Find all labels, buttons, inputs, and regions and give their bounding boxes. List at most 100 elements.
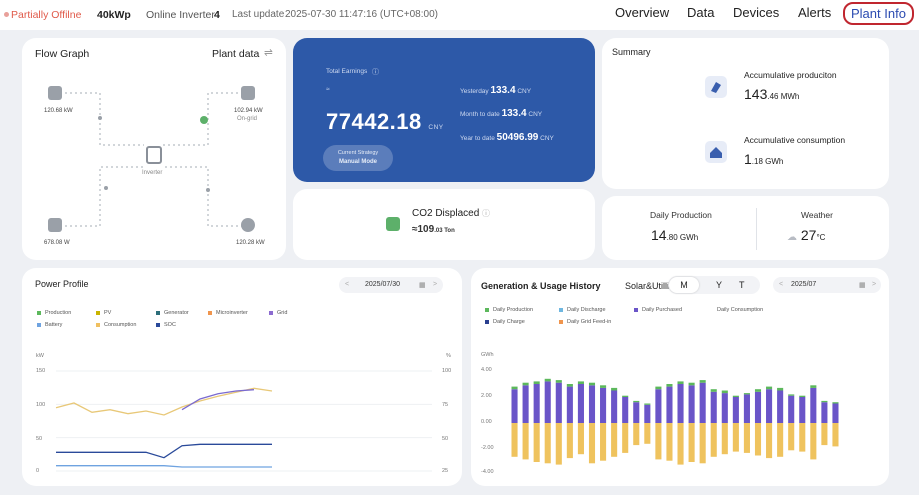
bar-daily-consumption [710, 423, 717, 457]
flow-graph-card: Flow Graph Plant data ⇌ 120.68 kW 102.94… [22, 38, 286, 260]
bar-daily-production [743, 393, 750, 395]
bar-daily-consumption [766, 423, 773, 459]
plant-status: Partially Offilne [11, 9, 82, 21]
bar-daily-production [633, 400, 640, 403]
bar-daily-production [622, 395, 629, 397]
series-line-soc [56, 443, 272, 459]
bar-daily-consumption [743, 423, 750, 453]
bar-daily-purchased [766, 389, 773, 423]
bar-daily-consumption [788, 423, 795, 451]
accumulative-consumption-label: Accumulative consumption [744, 135, 846, 145]
strategy-label: Current Strategy [337, 150, 379, 156]
bar-daily-production [655, 386, 662, 390]
daily-production-label: Daily Production [650, 210, 712, 220]
info-icon[interactable]: ⓘ [372, 67, 379, 77]
bar-daily-consumption [611, 423, 618, 457]
power-profile-chart[interactable] [22, 268, 462, 486]
current-strategy-button[interactable]: Current Strategy Manual Mode [323, 145, 393, 171]
bar-daily-production [522, 382, 529, 386]
bar-daily-consumption [832, 423, 839, 447]
series-line-grid [181, 389, 255, 411]
bar-daily-purchased [644, 404, 651, 423]
bar-daily-production [644, 403, 651, 405]
inverter-icon[interactable] [146, 146, 162, 164]
bar-daily-purchased [655, 389, 662, 423]
bar-daily-purchased [721, 393, 728, 423]
bar-daily-production [699, 380, 706, 383]
series-line-battery [56, 465, 272, 468]
bar-daily-production [832, 402, 839, 404]
power-profile-card: Power Profile < 2025/07/30 ▦ > Productio… [22, 268, 462, 486]
bar-daily-consumption [600, 423, 607, 461]
home-icon [241, 218, 255, 232]
bar-daily-purchased [810, 387, 817, 423]
bar-daily-purchased [788, 395, 795, 423]
bar-daily-purchased [611, 390, 618, 423]
earnings-card: Total Earnings ⓘ ≈ 77442.18 CNY Yesterda… [293, 38, 595, 182]
bar-daily-consumption [644, 423, 651, 444]
solar-production-icon [705, 76, 727, 98]
bar-daily-consumption [732, 423, 739, 452]
nav-plant-info[interactable]: Plant Info [843, 2, 914, 25]
bar-daily-production [533, 381, 540, 384]
bar-daily-production [577, 381, 584, 384]
history-bar-chart[interactable] [471, 268, 889, 486]
accumulative-consumption-value: 1.18 GWh [744, 151, 784, 167]
bar-daily-consumption [544, 423, 551, 464]
grid-status: On-grid [237, 116, 258, 122]
bar-daily-purchased [511, 389, 518, 423]
bar-daily-consumption [666, 423, 673, 461]
co2-label: CO2 Displaced ⓘ [412, 208, 491, 219]
summary-title: Summary [612, 47, 651, 57]
bar-daily-purchased [799, 397, 806, 423]
accumulative-production-value: 143.46 MWh [744, 86, 800, 102]
generation-history-card: Generation & Usage History Solar&Utilli … [471, 268, 889, 486]
bar-daily-production [821, 400, 828, 403]
bar-daily-consumption [677, 423, 684, 465]
bar-daily-consumption [777, 423, 784, 457]
accumulative-production-label: Accumulative produciton [744, 70, 837, 80]
consumption-home-icon [705, 141, 727, 163]
bar-daily-production [588, 382, 596, 386]
bar-daily-purchased [666, 386, 673, 423]
bar-daily-production [732, 395, 739, 397]
bar-daily-consumption [688, 423, 695, 462]
co2-info-icon[interactable]: ⓘ [482, 209, 490, 218]
bar-daily-purchased [588, 385, 596, 423]
co2-card: CO2 Displaced ⓘ ≈109.03 Ton [293, 189, 595, 260]
status-dot-icon [4, 12, 9, 17]
bar-daily-purchased [832, 403, 839, 423]
bar-daily-purchased [688, 385, 695, 423]
weather-label: Weather [801, 210, 833, 220]
bar-daily-consumption [754, 423, 762, 456]
nav-overview[interactable]: Overview [615, 5, 669, 20]
bar-daily-purchased [821, 402, 828, 423]
nav-alerts[interactable]: Alerts [798, 5, 831, 20]
bar-daily-production [611, 387, 618, 391]
online-inverter-label: Online Inverter [146, 9, 215, 21]
total-earnings-label: Total Earnings [326, 68, 368, 75]
bar-daily-consumption [533, 423, 540, 462]
weather-value: ☁ 27°C [787, 227, 826, 243]
nav-data[interactable]: Data [687, 5, 714, 20]
bar-daily-purchased [566, 386, 573, 423]
bar-daily-production [766, 386, 773, 390]
bar-daily-purchased [732, 397, 739, 423]
nav-devices[interactable]: Devices [733, 5, 779, 20]
bar-daily-purchased [577, 384, 584, 423]
daily-weather-card: Daily Production 14.80 GWh Weather ☁ 27°… [602, 196, 889, 260]
bar-daily-consumption [721, 423, 728, 455]
cloud-icon: ☁ [787, 232, 797, 243]
summary-card: Summary Accumulative produciton 143.46 M… [602, 38, 889, 189]
bar-daily-production [555, 380, 562, 383]
bar-daily-consumption [633, 423, 640, 446]
bar-daily-production [721, 390, 728, 394]
bar-daily-consumption [799, 423, 806, 452]
bar-daily-purchased [633, 402, 640, 423]
last-update-label: Last update [232, 9, 285, 20]
divider [756, 208, 757, 250]
bar-daily-production [710, 389, 717, 392]
series-line-consumption [55, 387, 273, 416]
bar-daily-production [810, 385, 817, 388]
bar-daily-production [600, 385, 607, 388]
